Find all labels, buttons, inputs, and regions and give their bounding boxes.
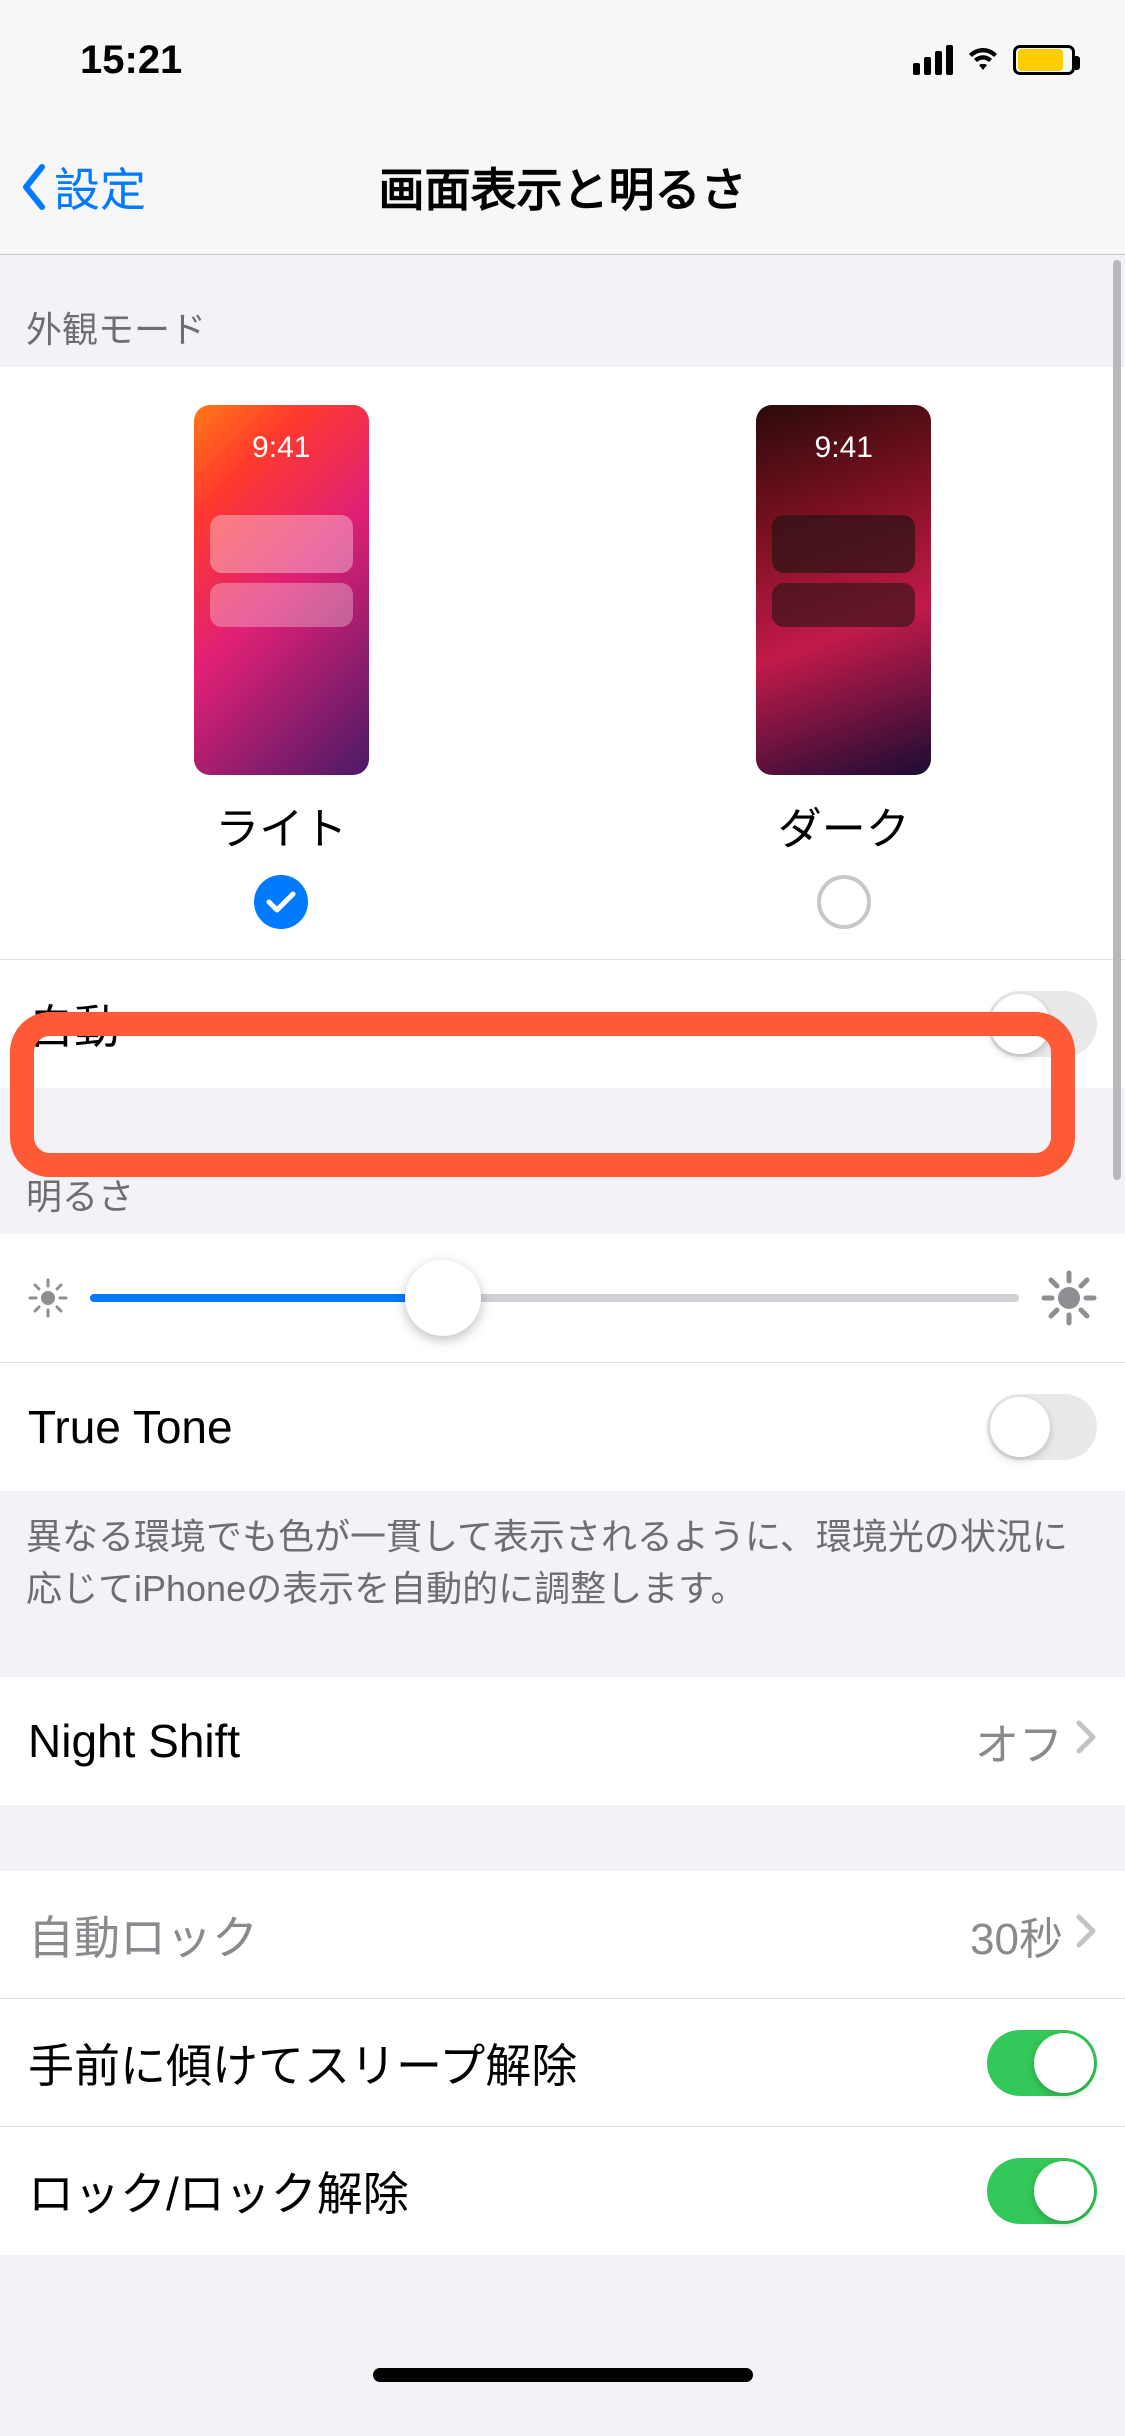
lock-unlock-toggle[interactable] (987, 2158, 1097, 2224)
brightness-group: True Tone (0, 1234, 1125, 1491)
dark-radio[interactable] (817, 875, 871, 929)
auto-toggle[interactable] (987, 991, 1097, 1057)
auto-appearance-cell: 自動 (0, 960, 1125, 1088)
chevron-right-icon (1075, 1716, 1097, 1766)
checkmark-icon (266, 890, 296, 914)
appearance-picker: 9:41 ライト 9:41 ダーク (0, 367, 1125, 960)
brightness-header: 明るさ (0, 1088, 1125, 1234)
auto-label: 自動 (28, 991, 120, 1057)
status-time: 15:21 (80, 38, 182, 83)
preview-clock: 9:41 (756, 405, 931, 465)
raise-to-wake-toggle[interactable] (987, 2030, 1097, 2096)
brightness-slider-cell (0, 1234, 1125, 1363)
true-tone-cell: True Tone (0, 1363, 1125, 1491)
night-shift-value: オフ (975, 1709, 1063, 1773)
raise-to-wake-label: 手前に傾けてスリープ解除 (28, 2030, 577, 2096)
raise-to-wake-cell: 手前に傾けてスリープ解除 (0, 1999, 1125, 2127)
appearance-option-light[interactable]: 9:41 ライト (194, 405, 369, 929)
lock-unlock-label: ロック/ロック解除 (28, 2158, 409, 2224)
home-indicator[interactable] (373, 2368, 753, 2382)
back-label: 設定 (54, 154, 146, 220)
lock-unlock-cell: ロック/ロック解除 (0, 2127, 1125, 2255)
status-icons (913, 45, 1075, 75)
cellular-signal-icon (913, 45, 953, 75)
auto-lock-label: 自動ロック (28, 1902, 258, 1968)
sun-small-icon (28, 1278, 68, 1318)
sun-large-icon (1041, 1270, 1097, 1326)
light-label: ライト (215, 793, 347, 857)
brightness-slider[interactable] (90, 1294, 1019, 1302)
appearance-header: 外観モード (0, 255, 1125, 367)
dark-label: ダーク (778, 793, 910, 857)
light-preview: 9:41 (194, 405, 369, 775)
appearance-group: 9:41 ライト 9:41 ダーク 自動 (0, 367, 1125, 1088)
status-bar: 15:21 (0, 0, 1125, 120)
true-tone-footer: 異なる環境でも色が一貫して表示されるように、環境光の状況に応じてiPhoneの表… (0, 1491, 1125, 1643)
back-button[interactable]: 設定 (18, 154, 146, 220)
auto-lock-value-container: 30秒 (970, 1903, 1097, 1967)
slider-thumb[interactable] (405, 1260, 481, 1336)
lock-group: 自動ロック 30秒 手前に傾けてスリープ解除 ロック/ロック解除 (0, 1871, 1125, 2255)
wifi-icon (965, 46, 1001, 74)
auto-lock-cell[interactable]: 自動ロック 30秒 (0, 1871, 1125, 1999)
night-shift-label: Night Shift (28, 1714, 240, 1768)
night-shift-value-container: オフ (975, 1709, 1097, 1773)
true-tone-toggle[interactable] (987, 1394, 1097, 1460)
night-shift-group: Night Shift オフ (0, 1677, 1125, 1805)
scroll-indicator[interactable] (1113, 260, 1121, 1180)
light-radio[interactable] (254, 875, 308, 929)
dark-preview: 9:41 (756, 405, 931, 775)
page-title: 画面表示と明るさ (379, 154, 747, 220)
chevron-right-icon (1075, 1910, 1097, 1960)
true-tone-label: True Tone (28, 1400, 233, 1454)
chevron-left-icon (18, 163, 50, 211)
navigation-bar: 設定 画面表示と明るさ (0, 120, 1125, 255)
preview-clock: 9:41 (194, 405, 369, 465)
appearance-option-dark[interactable]: 9:41 ダーク (756, 405, 931, 929)
battery-icon (1013, 45, 1075, 75)
night-shift-cell[interactable]: Night Shift オフ (0, 1677, 1125, 1805)
auto-lock-value: 30秒 (970, 1903, 1063, 1967)
